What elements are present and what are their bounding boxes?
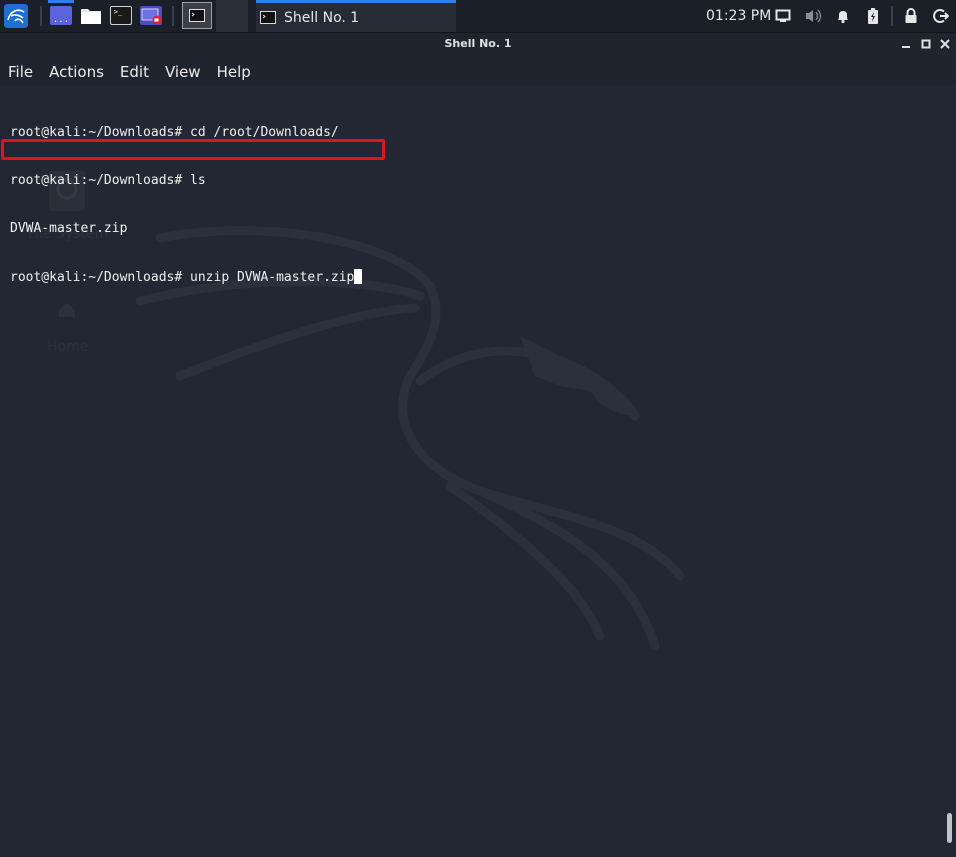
screen-recorder-launcher[interactable] <box>140 6 162 25</box>
notification-bell-icon[interactable] <box>834 7 852 25</box>
workspace-desktop-launcher[interactable]: ... <box>48 0 74 25</box>
terminal-scrollbar[interactable] <box>944 86 956 857</box>
menu-edit[interactable]: Edit <box>116 63 157 81</box>
file-manager-icon <box>81 9 101 24</box>
terminal-icon: >_ <box>113 8 123 16</box>
menu-bar: File Actions Edit View Help <box>0 58 956 86</box>
kali-dragon-logo-icon <box>4 4 28 28</box>
lock-icon[interactable] <box>902 7 920 25</box>
clock[interactable]: 01:23 PM <box>706 0 771 32</box>
kali-menu-button[interactable] <box>0 0 32 32</box>
volume-icon[interactable] <box>804 7 822 25</box>
logout-icon[interactable] <box>932 7 950 25</box>
menu-help[interactable]: Help <box>213 63 259 81</box>
screen-recorder-icon <box>141 8 162 25</box>
terminal-current-line[interactable]: root@kali:~/Downloads# unzip DVWA-master… <box>10 269 363 285</box>
active-window-button[interactable] <box>182 2 212 29</box>
taskbar-item-shell[interactable]: Shell No. 1 <box>256 0 456 32</box>
scrollbar-thumb[interactable] <box>947 813 952 843</box>
workspace-switcher-empty[interactable] <box>216 0 248 32</box>
terminal-icon <box>260 11 276 24</box>
terminal-launcher[interactable]: >_ <box>110 6 132 25</box>
maximize-icon[interactable] <box>918 36 934 52</box>
desktop-ghost-label: Home <box>47 339 89 355</box>
workspace-desktop-icon: ... <box>52 14 70 25</box>
terminal-line: root@kali:~/Downloads# ls <box>10 173 206 188</box>
command-highlight-box <box>1 139 385 160</box>
menu-actions[interactable]: Actions <box>45 63 112 81</box>
terminal-output: root@kali:~/Downloads# cd /root/Download… <box>10 93 363 317</box>
window-titlebar[interactable]: Shell No. 1 <box>0 33 956 58</box>
display-icon[interactable] <box>774 7 792 25</box>
terminal-line: DVWA-master.zip <box>10 221 128 236</box>
terminal-icon <box>189 9 205 22</box>
minimize-icon[interactable] <box>898 36 914 52</box>
battery-icon[interactable] <box>864 7 882 25</box>
close-icon[interactable] <box>937 36 953 52</box>
top-panel: ... >_ Shell No. 1 01:23 PM <box>0 0 956 33</box>
menu-file[interactable]: File <box>4 63 41 81</box>
window-title: Shell No. 1 <box>444 37 512 50</box>
text-cursor <box>354 269 363 284</box>
terminal-command: root@kali:~/Downloads# unzip DVWA-master… <box>10 270 355 285</box>
taskbar-item-label: Shell No. 1 <box>284 9 360 26</box>
panel-separator <box>891 6 893 26</box>
file-manager-launcher[interactable] <box>80 6 102 25</box>
panel-separator <box>172 6 174 26</box>
panel-separator <box>40 6 42 26</box>
terminal-area[interactable]: File System Home root@kali:~/Downloads# … <box>0 86 944 857</box>
menu-view[interactable]: View <box>161 63 209 81</box>
